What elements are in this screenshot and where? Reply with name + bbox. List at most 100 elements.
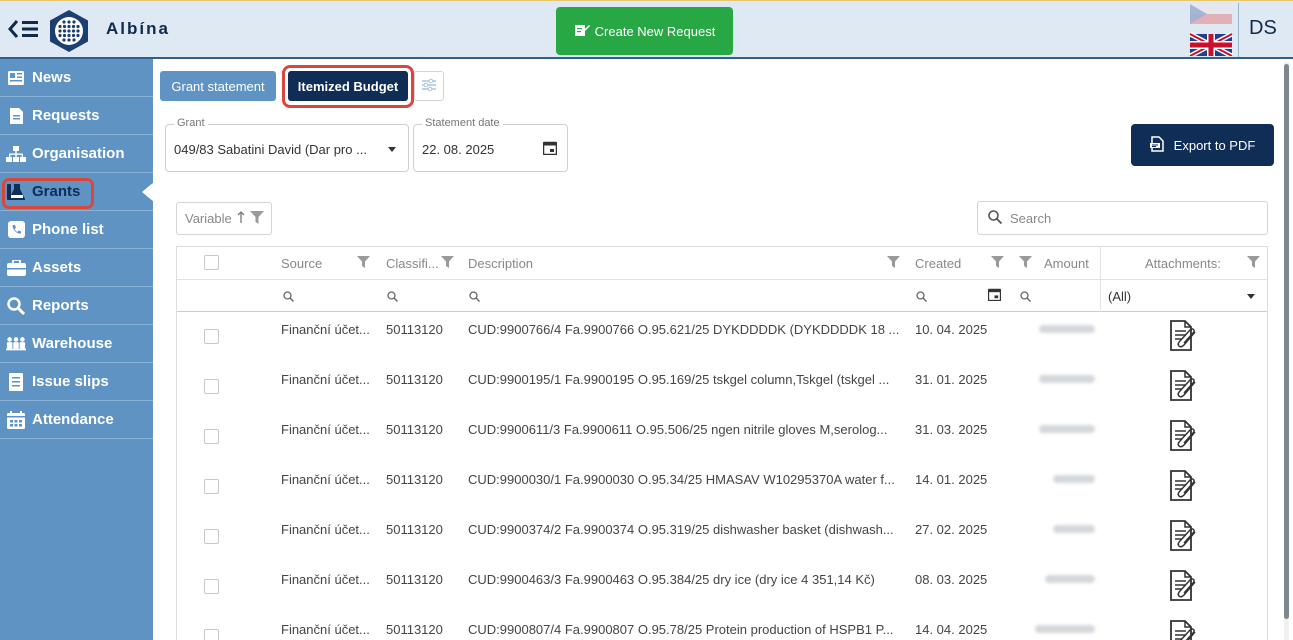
attachment-document-icon[interactable] — [1168, 369, 1198, 406]
column-header-attachments[interactable]: Attachments: — [1145, 256, 1221, 271]
sidebar-item-reports[interactable]: Reports — [0, 287, 153, 325]
cell-amount-redacted — [1045, 575, 1095, 583]
top-bar: Albína Create New Request DS — [0, 0, 1293, 59]
page-scrollbar[interactable] — [1284, 62, 1289, 640]
grid-search-input[interactable]: Search — [977, 201, 1268, 235]
filter-icon[interactable] — [249, 210, 264, 227]
table-row[interactable]: Finanční účet... 50113120 CUD:9900766/4 … — [177, 313, 1267, 363]
calendar-icon — [6, 410, 26, 430]
cell-source: Finanční účet... — [281, 522, 370, 537]
attachment-document-icon[interactable] — [1168, 319, 1198, 356]
attachment-document-icon[interactable] — [1168, 519, 1198, 556]
sidebar: News Requests Organisation Grants Phone … — [0, 59, 154, 640]
sliders-icon — [421, 78, 437, 95]
top-bar-divider — [1238, 3, 1239, 57]
row-checkbox[interactable] — [204, 629, 219, 640]
table-row[interactable]: Finanční účet... 50113120 CUD:9900030/1 … — [177, 463, 1267, 513]
language-switcher[interactable] — [1188, 4, 1234, 59]
row-checkbox[interactable] — [204, 529, 219, 544]
attachment-document-icon[interactable] — [1168, 469, 1198, 506]
sidebar-item-label: Reports — [32, 297, 89, 314]
column-header-source[interactable]: Source — [281, 256, 322, 271]
cell-source: Finanční účet... — [281, 472, 370, 487]
collapse-menu-icon[interactable] — [7, 17, 43, 43]
filter-icon[interactable] — [1247, 256, 1260, 271]
export-to-pdf-button[interactable]: Export to PDF — [1131, 124, 1274, 166]
cell-classification: 50113120 — [386, 322, 443, 337]
column-header-description[interactable]: Description — [468, 256, 533, 271]
statement-date-field[interactable]: Statement date 22. 08. 2025 — [413, 117, 568, 172]
table-row[interactable]: Finanční účet... 50113120 CUD:9900374/2 … — [177, 513, 1267, 563]
table-row[interactable]: Finanční účet... 50113120 CUD:9900611/3 … — [177, 413, 1267, 463]
grant-select[interactable]: Grant 049/83 Sabatini David (Dar pro ... — [165, 117, 409, 172]
attachments-filter-select[interactable]: (All) — [1108, 289, 1131, 304]
filter-icon[interactable] — [357, 256, 370, 271]
newspaper-icon — [6, 68, 26, 88]
source-filter-search-icon[interactable] — [283, 290, 294, 305]
sidebar-item-phone-list[interactable]: Phone list — [0, 211, 153, 249]
table-row[interactable]: Finanční účet... 50113120 CUD:9900195/1 … — [177, 363, 1267, 413]
sidebar-item-assets[interactable]: Assets — [0, 249, 153, 287]
description-filter-search-icon[interactable] — [469, 290, 480, 305]
list-icon — [6, 372, 26, 392]
cell-source: Finanční účet... — [281, 622, 370, 637]
scrollbar-thumb[interactable] — [1284, 64, 1289, 619]
column-header-amount[interactable]: Amount — [1044, 256, 1089, 271]
classification-filter-search-icon[interactable] — [387, 290, 398, 305]
created-filter-search-icon[interactable] — [916, 290, 927, 305]
sidebar-item-attendance[interactable]: Attendance — [0, 401, 153, 439]
variable-group-button[interactable]: Variable — [176, 202, 272, 235]
row-checkbox[interactable] — [204, 379, 219, 394]
itemized-budget-table: Source Classifi... Description Created A… — [176, 246, 1268, 640]
row-checkbox[interactable] — [204, 329, 219, 344]
sidebar-item-warehouse[interactable]: Warehouse — [0, 325, 153, 363]
table-row[interactable]: Finanční účet... 50113120 CUD:9900807/4 … — [177, 613, 1267, 640]
sidebar-item-label: Phone list — [32, 221, 104, 238]
create-new-request-button[interactable]: Create New Request — [556, 7, 733, 55]
cell-description: CUD:9900195/1 Fa.9900195 O.95.169/25 tsk… — [468, 372, 890, 387]
attachment-document-icon[interactable] — [1168, 619, 1198, 640]
calendar-icon[interactable] — [542, 141, 558, 158]
filter-icon[interactable] — [441, 256, 454, 271]
column-header-classification[interactable]: Classifi... — [386, 256, 446, 271]
cell-description: CUD:9900807/4 Fa.9900807 O.95.78/25 Prot… — [468, 622, 894, 637]
chevron-down-icon[interactable] — [1247, 294, 1255, 299]
sidebar-item-organisation[interactable]: Organisation — [0, 135, 153, 173]
column-settings-button[interactable] — [414, 71, 444, 101]
sidebar-item-label: Attendance — [32, 411, 114, 428]
sort-ascending-icon — [237, 211, 245, 226]
row-checkbox[interactable] — [204, 479, 219, 494]
attachment-document-icon[interactable] — [1168, 569, 1198, 606]
select-all-checkbox[interactable] — [204, 255, 219, 270]
row-checkbox[interactable] — [204, 579, 219, 594]
cell-amount-redacted — [1053, 475, 1095, 483]
column-header-created[interactable]: Created — [915, 256, 961, 271]
itemized-budget-highlight-outline — [282, 65, 414, 108]
grant-label: Grant — [174, 117, 208, 129]
sidebar-item-requests[interactable]: Requests — [0, 97, 153, 135]
tab-grant-statement[interactable]: Grant statement — [160, 71, 276, 101]
filter-icon[interactable] — [887, 256, 900, 271]
user-avatar[interactable]: DS — [1249, 17, 1277, 40]
chevron-down-icon — [388, 147, 396, 152]
sidebar-item-issue-slips[interactable]: Issue slips — [0, 363, 153, 401]
amount-filter-search-icon[interactable] — [1020, 290, 1031, 305]
statement-date-label: Statement date — [422, 117, 503, 129]
export-to-pdf-label: Export to PDF — [1173, 137, 1256, 153]
cell-source: Finanční účet... — [281, 372, 370, 387]
filter-icon[interactable] — [991, 256, 1004, 271]
search-icon — [6, 296, 26, 316]
attachment-document-icon[interactable] — [1168, 419, 1198, 456]
sidebar-item-label: Organisation — [32, 145, 125, 162]
calendar-icon[interactable] — [987, 288, 1002, 304]
cell-created: 31. 01. 2025 — [915, 372, 988, 387]
row-checkbox[interactable] — [204, 429, 219, 444]
table-row[interactable]: Finanční účet... 50113120 CUD:9900463/3 … — [177, 563, 1267, 613]
filter-icon[interactable] — [1019, 256, 1032, 271]
phone-icon — [6, 220, 26, 240]
cell-classification: 50113120 — [386, 622, 443, 637]
sidebar-item-label: News — [32, 69, 72, 86]
cell-created: 10. 04. 2025 — [915, 322, 988, 337]
sidebar-item-news[interactable]: News — [0, 59, 153, 97]
cell-created: 27. 02. 2025 — [915, 522, 988, 537]
